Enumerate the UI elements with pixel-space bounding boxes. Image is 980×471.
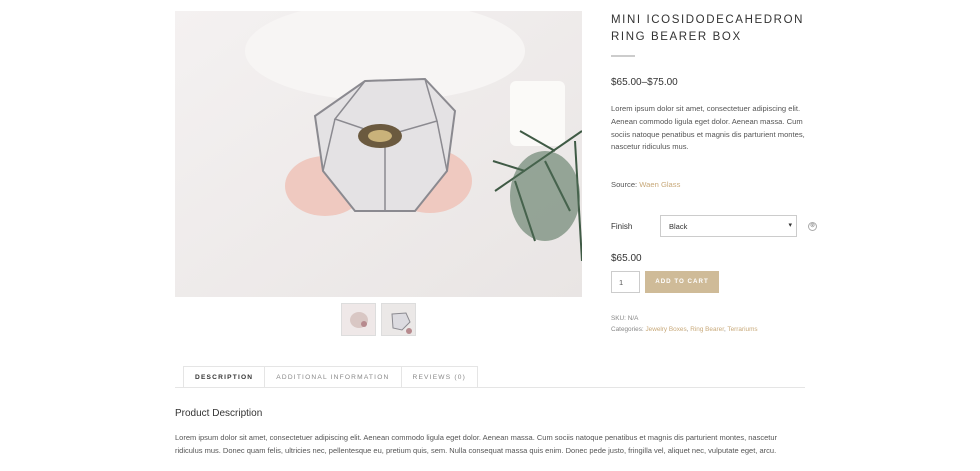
sku-line: SKU: N/A [611, 315, 638, 322]
product-main-image[interactable] [175, 11, 582, 297]
quantity-input[interactable]: 1 [611, 271, 640, 293]
product-tabs: Description Additional Information Revie… [183, 366, 478, 388]
categories-line: Categories: Jewelry Boxes, Ring Bearer, … [611, 326, 758, 333]
title-divider [611, 55, 635, 57]
tab-reviews[interactable]: Reviews (0) [400, 366, 478, 388]
category-link[interactable]: Terrariums [727, 326, 757, 333]
product-title: Mini Icosidodecahedron Ring Bearer Box [611, 14, 805, 43]
description-body: Lorem ipsum dolor sit amet, consectetuer… [175, 433, 777, 455]
product-thumbnail-1[interactable] [341, 303, 376, 336]
sku-value: N/A [627, 315, 639, 322]
category-link[interactable]: Ring Bearer [690, 326, 724, 333]
clear-selection-icon[interactable]: ⊗ [808, 222, 817, 231]
description-heading: Product Description [175, 408, 263, 419]
source-link[interactable]: Waen Glass [639, 180, 680, 189]
finish-label: Finish [611, 222, 633, 231]
price-range: $65.00–$75.00 [611, 77, 678, 88]
variation-price: $65.00 [611, 253, 642, 264]
product-excerpt: Lorem ipsum dolor sit amet, consectetuer… [611, 104, 805, 152]
source-label: Source: [611, 180, 638, 189]
tab-additional-information[interactable]: Additional Information [264, 366, 402, 388]
product-thumbnail-2[interactable] [381, 303, 416, 336]
sku-label: SKU: [611, 315, 626, 322]
add-to-cart-button[interactable]: Add to cart [645, 271, 719, 293]
source-line: Source: Waen Glass [611, 180, 680, 189]
categories-label: Categories: [611, 326, 644, 333]
finish-selected-value: Black [669, 222, 688, 231]
category-link[interactable]: Jewelry Boxes [645, 326, 686, 333]
tabs-divider [175, 387, 805, 388]
finish-select[interactable]: Black ▾ [660, 215, 797, 237]
tab-description[interactable]: Description [183, 366, 266, 388]
chevron-down-icon: ▾ [788, 222, 792, 229]
